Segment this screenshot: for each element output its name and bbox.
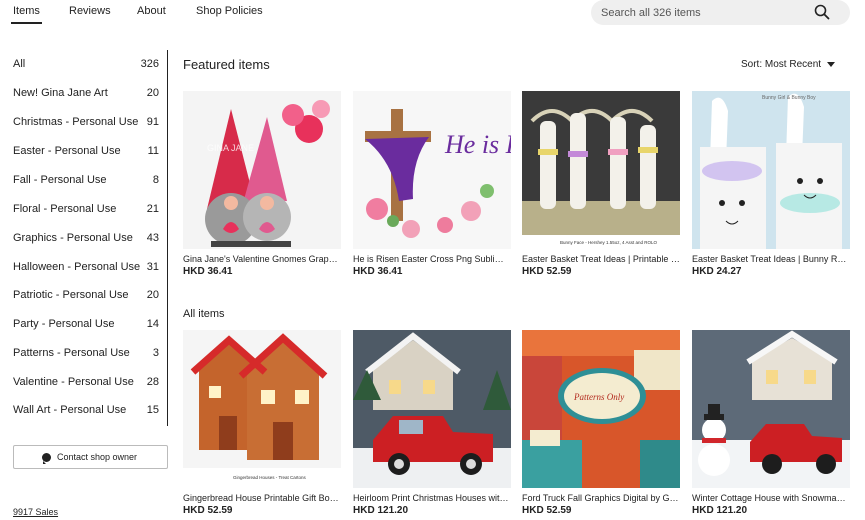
tab-about[interactable]: About [137, 5, 166, 17]
product-price: HKD 36.41 [183, 266, 233, 277]
sidebar-item-count: 326 [140, 58, 159, 70]
sidebar-item-label: New! Gina Jane Art [13, 87, 108, 99]
product-image-christmas-houses-truck [353, 330, 511, 488]
sidebar-item-count: 20 [146, 289, 159, 301]
sidebar-item-label: Easter - Personal Use [13, 145, 121, 157]
chevron-down-icon [827, 61, 836, 67]
product-title: Ford Truck Fall Graphics Digital by Gin.… [522, 493, 680, 503]
product-image-he-is-risen: He is Rise [353, 91, 511, 249]
product-image-valentine-gnomes: GINA JANE [183, 91, 341, 249]
sidebar-item-halloween[interactable]: Halloween - Personal Use 31 [13, 258, 159, 278]
sidebar-item-label: Patterns - Personal Use [13, 347, 130, 359]
product-image-text: Patterns Only [573, 392, 624, 402]
product-title: Easter Basket Treat Ideas | Printable Ca… [522, 254, 680, 264]
sidebar-divider [167, 50, 168, 426]
sidebar-item-floral[interactable]: Floral - Personal Use 21 [13, 200, 159, 220]
sidebar-item-new-gina-jane-art[interactable]: New! Gina Jane Art 20 [13, 84, 159, 104]
sidebar-item-label: Graphics - Personal Use [13, 232, 133, 244]
product-image-bunny-rolo: Bunny Girl & Bunny Boy [692, 91, 850, 249]
search-bar [591, 0, 850, 25]
product-price: HKD 24.27 [692, 266, 742, 277]
sidebar-item-label: Christmas - Personal Use [13, 116, 139, 128]
sidebar-item-christmas[interactable]: Christmas - Personal Use 91 [13, 113, 159, 133]
product-title: Gina Jane's Valentine Gnomes Graphic... [183, 254, 341, 264]
tab-shop-policies[interactable]: Shop Policies [196, 5, 263, 17]
product-price: HKD 121.20 [692, 505, 748, 516]
all-items-section-title: All items [183, 308, 225, 320]
product-price: HKD 121.20 [353, 505, 409, 516]
search-icon[interactable] [814, 4, 830, 20]
product-image-text: He is Rise [444, 130, 511, 159]
product-title: Heirloom Print Christmas Houses with ... [353, 493, 511, 503]
tab-reviews[interactable]: Reviews [69, 5, 111, 17]
chat-icon [42, 453, 51, 464]
sidebar-item-valentine[interactable]: Valentine - Personal Use 28 [13, 373, 159, 393]
featured-section-title: Featured items [183, 57, 270, 72]
tab-items[interactable]: Items [11, 5, 42, 24]
sidebar-item-patriotic[interactable]: Patriotic - Personal Use 20 [13, 286, 159, 306]
category-sidebar: All 326 New! Gina Jane Art 20 Christmas - … [0, 50, 170, 430]
sidebar-item-all[interactable]: All 326 [13, 55, 159, 75]
sidebar-item-wall-art[interactable]: Wall Art - Personal Use 15 [13, 401, 159, 421]
product-image-text: Gingerbread Houses - Treat Cartons [233, 475, 307, 480]
product-image-easter-basket-treats: Bunny Face - Hershey 1.55oz, 4 Asst and … [522, 91, 680, 249]
sort-dropdown[interactable]: Sort: Most Recent [741, 59, 836, 70]
sidebar-item-count: 14 [146, 318, 159, 330]
sidebar-item-count: 43 [146, 232, 159, 244]
product-title: He is Risen Easter Cross Png Sublimati..… [353, 254, 511, 264]
sidebar-item-patterns[interactable]: Patterns - Personal Use 3 [13, 344, 159, 364]
product-image-text: Bunny Girl & Bunny Boy [762, 95, 816, 101]
contact-button-label: Contact shop owner [57, 452, 138, 462]
watermark-text: GINA JANE [207, 143, 254, 153]
product-title: Winter Cottage House with Snowman ... [692, 493, 850, 503]
product-title: Gingerbread House Printable Gift Box ... [183, 493, 341, 503]
sidebar-item-label: Wall Art - Personal Use [13, 404, 127, 416]
product-image-gingerbread-house: Gingerbread Houses - Treat Cartons [183, 330, 341, 488]
product-title: Easter Basket Treat Ideas | Bunny Rolo .… [692, 254, 850, 264]
sidebar-item-count: 3 [152, 347, 159, 359]
sidebar-item-count: 11 [147, 145, 159, 157]
sidebar-item-count: 21 [146, 203, 159, 215]
sidebar-item-count: 20 [146, 87, 159, 99]
sidebar-item-count: 15 [146, 404, 159, 416]
product-price: HKD 36.41 [353, 266, 403, 277]
sidebar-item-party[interactable]: Party - Personal Use 14 [13, 315, 159, 335]
product-price: HKD 52.59 [522, 266, 572, 277]
sidebar-item-label: Party - Personal Use [13, 318, 115, 330]
contact-shop-owner-button[interactable]: Contact shop owner [13, 445, 168, 469]
sidebar-item-label: Halloween - Personal Use [13, 261, 141, 273]
search-input[interactable] [601, 4, 811, 21]
product-image-ford-truck-fall: Patterns Only [522, 330, 680, 488]
sidebar-item-label: Floral - Personal Use [13, 203, 117, 215]
sales-count-link[interactable]: 9917 Sales [13, 507, 58, 517]
sidebar-item-count: 8 [152, 174, 159, 186]
sidebar-item-graphics[interactable]: Graphics - Personal Use 43 [13, 229, 159, 249]
product-image-text: Bunny Face - Hershey 1.55oz, 4 Asst and … [560, 240, 658, 245]
sidebar-item-label: All [13, 58, 26, 70]
sidebar-item-count: 31 [146, 261, 159, 273]
sidebar-item-label: Patriotic - Personal Use [13, 289, 129, 301]
product-image-winter-cottage-snowman [692, 330, 850, 488]
sidebar-item-fall[interactable]: Fall - Personal Use 8 [13, 171, 159, 191]
sidebar-item-easter[interactable]: Easter - Personal Use 11 [13, 142, 159, 162]
product-price: HKD 52.59 [183, 505, 233, 516]
shop-tabs: Items Reviews About Shop Policies [0, 0, 560, 28]
sidebar-item-count: 28 [146, 376, 159, 388]
sidebar-item-label: Valentine - Personal Use [13, 376, 134, 388]
sidebar-item-label: Fall - Personal Use [13, 174, 107, 186]
sort-label: Sort: Most Recent [741, 59, 822, 70]
sidebar-item-count: 91 [146, 116, 159, 128]
product-price: HKD 52.59 [522, 505, 572, 516]
